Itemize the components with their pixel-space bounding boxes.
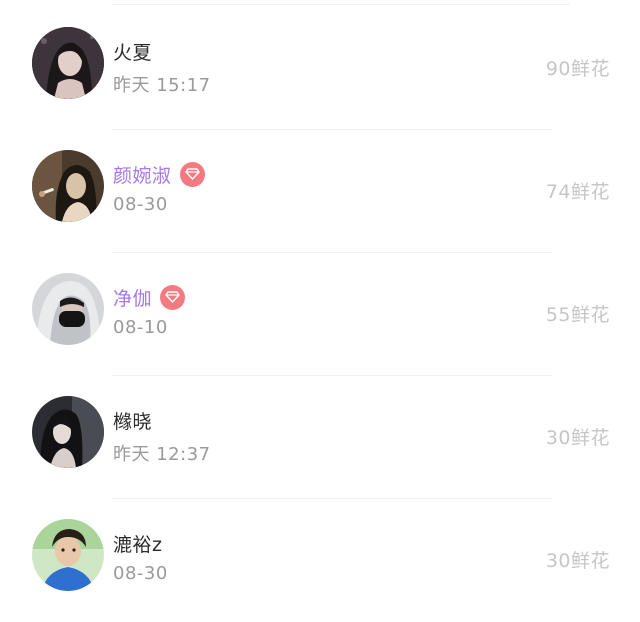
- name-line: 净伽: [113, 283, 186, 311]
- list-item[interactable]: 漉裕z 08-30 30鲜花: [0, 499, 640, 622]
- list-item[interactable]: 火夏 昨天 15:17 90鲜花: [0, 7, 640, 130]
- top-divider: [112, 4, 570, 5]
- flower-count: 90鲜花: [545, 58, 610, 80]
- diamond-icon: [179, 161, 205, 187]
- list-item[interactable]: 颜婉淑 08-30 74鲜花: [0, 130, 640, 253]
- gift-time: 昨天 15:17: [113, 75, 211, 96]
- gift-time: 08-30: [113, 563, 168, 584]
- avatar[interactable]: [32, 27, 104, 99]
- name-line: 漉裕z: [113, 529, 162, 557]
- flower-count: 74鲜花: [545, 181, 610, 203]
- avatar-image: [32, 27, 104, 99]
- name-line: 橼晓: [113, 406, 152, 434]
- name-line: 颜婉淑: [113, 160, 205, 188]
- avatar-image: [32, 150, 104, 222]
- gift-time: 昨天 12:37: [113, 444, 211, 465]
- user-name[interactable]: 漉裕z: [113, 530, 162, 557]
- flower-count: 30鲜花: [545, 550, 610, 572]
- diamond-icon: [160, 284, 186, 310]
- user-name[interactable]: 橼晓: [113, 407, 152, 434]
- flower-count: 30鲜花: [545, 427, 610, 449]
- list-item[interactable]: 净伽 08-10 55鲜花: [0, 253, 640, 376]
- avatar-image: [32, 273, 104, 345]
- flower-gift-list: 火夏 昨天 15:17 90鲜花 颜婉淑 08-30 74鲜花 净伽 08-10…: [0, 0, 640, 603]
- avatar-image: [32, 519, 104, 591]
- avatar[interactable]: [32, 396, 104, 468]
- name-line: 火夏: [113, 37, 152, 65]
- gift-time: 08-30: [113, 194, 168, 215]
- flower-count: 55鲜花: [545, 304, 610, 326]
- avatar[interactable]: [32, 150, 104, 222]
- avatar-image: [32, 396, 104, 468]
- avatar[interactable]: [32, 273, 104, 345]
- user-name[interactable]: 颜婉淑: [113, 161, 172, 188]
- user-name[interactable]: 火夏: [113, 38, 152, 65]
- user-name[interactable]: 净伽: [113, 284, 152, 311]
- list-item[interactable]: 橼晓 昨天 12:37 30鲜花: [0, 376, 640, 499]
- gift-time: 08-10: [113, 317, 168, 338]
- avatar[interactable]: [32, 519, 104, 591]
